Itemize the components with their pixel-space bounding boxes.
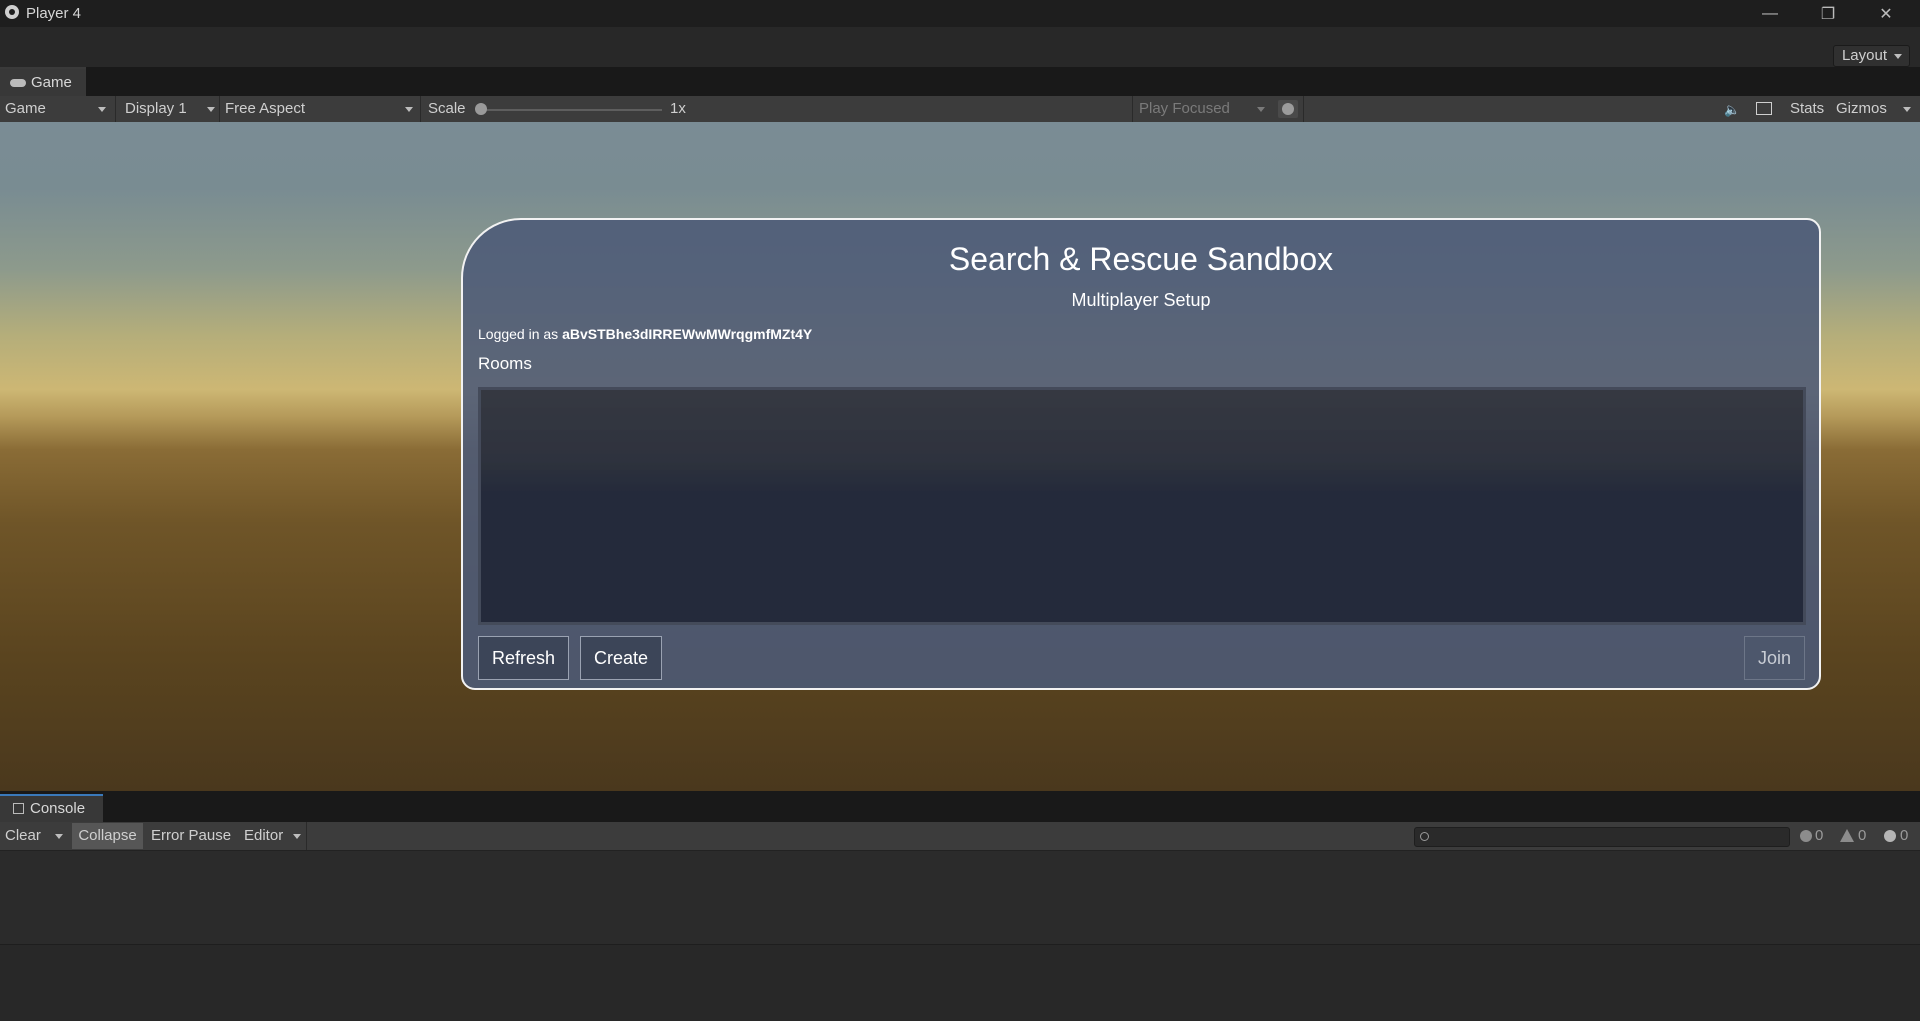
grid-icon[interactable] [1756,102,1772,115]
console-tab-bar: Console [0,791,1920,822]
window-title-bar: Player 4 — ❐ ✕ [0,0,1920,27]
separator [306,822,307,850]
chevron-down-icon[interactable] [55,834,63,839]
tab-console-label: Console [30,800,86,817]
console-icon [13,803,24,814]
game-view-toolbar: Game Display 1 Free Aspect Scale 1x Play… [0,96,1920,123]
stats-button[interactable]: Stats [1790,96,1824,122]
refresh-button[interactable]: Refresh [478,636,570,680]
login-username: aBvSTBhe3dIRREWwMWrqgmfMZt4Y [562,326,813,342]
game-mode-dropdown[interactable]: Game [5,96,110,122]
separator [219,96,220,122]
editor-label: Editor [244,827,284,844]
display-dropdown[interactable]: Display 1 [125,96,215,122]
scale-slider-thumb[interactable] [475,103,487,115]
display-label: Display 1 [125,100,187,117]
play-mode-label: Play Focused [1139,100,1230,117]
chevron-down-icon [98,107,106,112]
info-icon [1800,830,1812,842]
panel-subtitle: Multiplayer Setup [1071,290,1211,310]
rooms-heading: Rooms [478,354,532,373]
console-search-input[interactable] [1414,827,1790,847]
chevron-down-icon[interactable] [1903,107,1911,112]
tab-game[interactable]: Game [0,67,86,96]
error-icon [1884,830,1896,842]
gizmos-button[interactable]: Gizmos [1836,96,1887,122]
scale-slider[interactable] [480,109,662,111]
layout-label: Layout [1841,47,1887,64]
warning-count[interactable]: 0 [1858,822,1866,850]
error-count[interactable]: 0 [1900,822,1908,850]
clear-button[interactable]: Clear [5,822,41,850]
editor-dropdown[interactable]: Editor [244,822,304,850]
game-mode-label: Game [5,100,46,117]
panel-title: Search & Rescue Sandbox [948,241,1334,277]
scale-value: 1x [670,100,686,117]
chevron-down-icon [293,834,301,839]
search-icon [1420,832,1429,841]
tab-game-label: Game [31,74,72,91]
console-log-area[interactable] [0,851,1920,945]
collapse-toggle[interactable]: Collapse [72,823,143,849]
tab-console[interactable]: Console [0,794,103,822]
main-toolbar: Layout [0,27,1920,67]
game-tab-bar: Game [0,67,1920,96]
separator [1303,96,1304,122]
bug-icon [1282,103,1294,115]
close-button[interactable]: ✕ [1857,0,1915,27]
play-mode-dropdown[interactable]: Play Focused [1139,96,1269,122]
aspect-dropdown[interactable]: Free Aspect [225,96,415,122]
warning-icon [1840,829,1854,842]
minimize-button[interactable]: — [1741,0,1799,27]
mute-audio-icon[interactable]: 🔈 [1724,102,1742,117]
debug-toggle[interactable] [1278,100,1298,118]
game-view: Search & Rescue Sandbox Multiplayer Setu… [0,122,1920,791]
gamepad-icon [10,79,26,87]
layout-dropdown[interactable]: Layout [1832,45,1910,67]
console-toolbar: Clear Collapse Error Pause Editor 0 0 0 [0,822,1920,851]
create-button[interactable]: Create [580,636,663,680]
chevron-down-icon [1257,107,1265,112]
separator [420,96,421,122]
chevron-down-icon [405,107,413,112]
login-prefix: Logged in as [478,326,563,342]
info-count[interactable]: 0 [1815,822,1823,850]
join-button[interactable]: Join [1743,636,1805,680]
aspect-label: Free Aspect [225,100,306,117]
restore-button[interactable]: ❐ [1799,0,1857,27]
window-title: Player 4 [26,5,82,22]
scale-label: Scale [428,100,466,117]
separator [1132,96,1133,122]
unity-logo-icon [5,5,19,19]
error-pause-toggle[interactable]: Error Pause [151,822,231,850]
multiplayer-setup-panel: Search & Rescue Sandbox Multiplayer Setu… [461,218,1821,690]
rooms-list[interactable] [478,387,1806,625]
chevron-down-icon [207,107,215,112]
separator [115,96,116,122]
console-details-area[interactable] [0,945,1920,1021]
chevron-down-icon [1894,54,1902,59]
login-status: Logged in as aBvSTBhe3dIRREWwMWrqgmfMZt4… [478,326,812,342]
